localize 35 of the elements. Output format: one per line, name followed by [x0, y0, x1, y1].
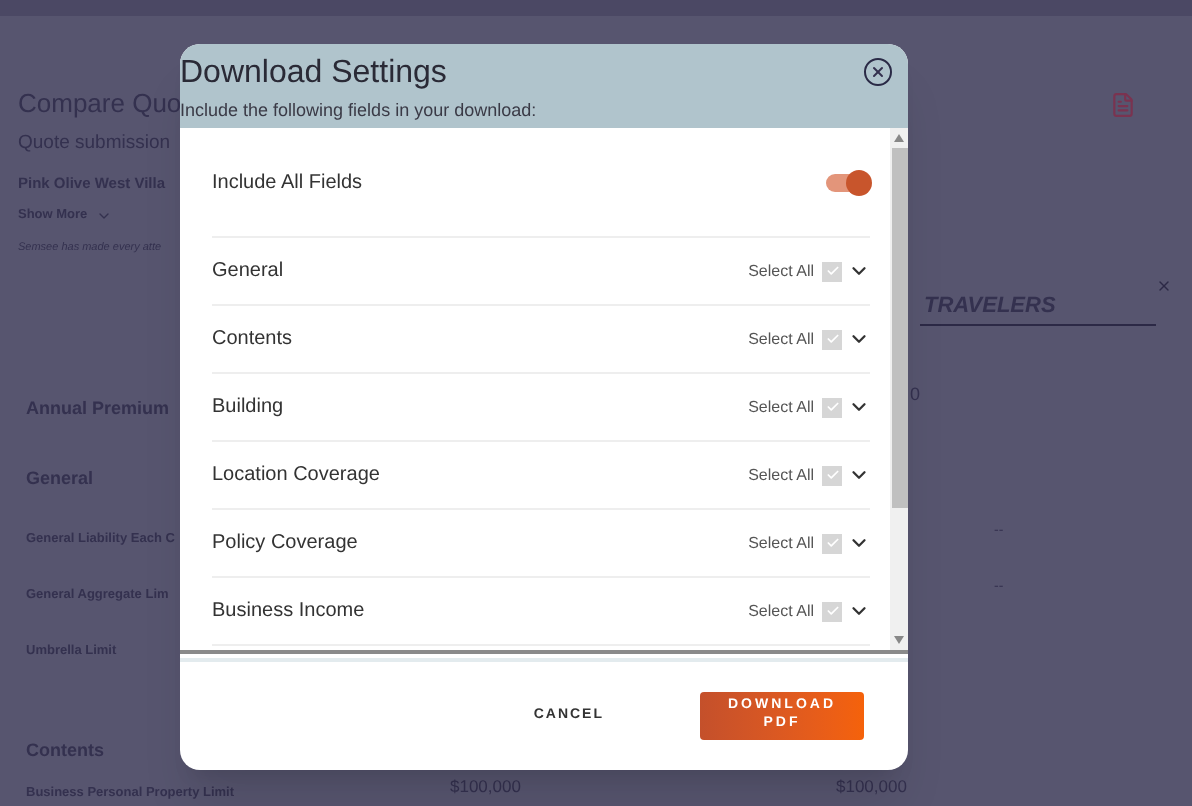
dialog-title: Download Settings [180, 54, 447, 94]
group-label: Location Coverage [212, 462, 382, 490]
select-all-checkbox[interactable] [822, 329, 842, 349]
select-all-label: Select All [748, 395, 814, 419]
select-all-checkbox[interactable] [822, 533, 842, 553]
close-icon [870, 64, 886, 80]
select-all-checkbox[interactable] [822, 601, 842, 621]
scrollbar[interactable] [890, 128, 908, 650]
group-label: Business Income [212, 598, 367, 626]
select-all-checkbox[interactable] [822, 261, 842, 281]
check-icon [825, 604, 839, 618]
close-icon[interactable] [1156, 278, 1172, 294]
scrollbar-thumb[interactable] [891, 148, 907, 508]
dialog-subtitle: Include the following fields in your download: [180, 98, 537, 124]
include-all-label: Include All Fields [212, 169, 363, 197]
select-all-checkbox[interactable] [822, 465, 842, 485]
check-icon [825, 332, 839, 346]
select-all-label: Select All [748, 259, 814, 283]
check-icon [825, 536, 839, 550]
scroll-down-icon[interactable] [894, 636, 904, 644]
close-button[interactable] [864, 58, 892, 86]
check-icon [825, 400, 839, 414]
select-all-checkbox[interactable] [822, 397, 842, 417]
check-icon [825, 264, 839, 278]
check-icon [825, 468, 839, 482]
group-label: Policy Coverage [212, 530, 360, 558]
include-all-toggle[interactable] [826, 173, 866, 191]
select-all-label: Select All [748, 531, 814, 555]
select-all-label: Select All [748, 463, 814, 487]
select-all-label: Select All [748, 599, 814, 623]
group-label: Contents [212, 326, 295, 354]
scroll-up-icon[interactable] [894, 134, 904, 142]
select-all-label: Select All [748, 327, 814, 351]
group-label: Building [212, 394, 286, 422]
group-label: General [212, 258, 286, 286]
